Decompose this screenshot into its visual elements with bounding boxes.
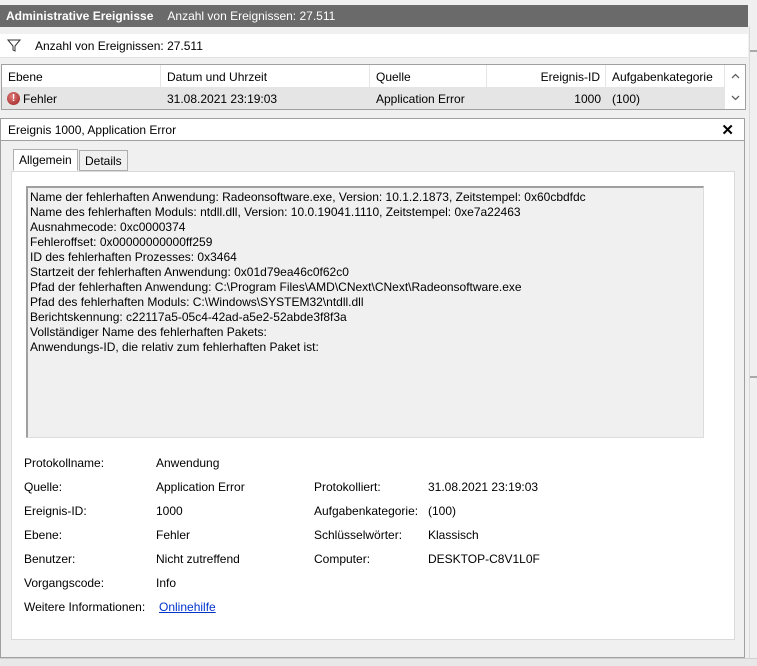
grid-header: Ebene Datum und Uhrzeit Quelle Ereignis-… [2, 65, 724, 88]
task-category-value: (100) [428, 504, 457, 518]
task-category-label: Aufgabenkategorie: [314, 504, 419, 518]
opcode-value: Info [156, 576, 177, 590]
scroll-down-icon[interactable] [725, 88, 745, 108]
outer-scrollbar[interactable] [749, 26, 757, 666]
scroll-up-icon[interactable] [725, 66, 745, 86]
column-header-source[interactable]: Quelle [370, 65, 487, 88]
row-source: Application Error [376, 91, 465, 106]
tab-details[interactable]: Details [79, 150, 128, 171]
row-event-id: 1000 [574, 91, 601, 106]
column-header-event-id[interactable]: Ereignis-ID [487, 65, 606, 88]
filter-bar: Anzahl von Ereignissen: 27.511 [0, 34, 748, 58]
description-line: Pfad des fehlerhaften Moduls: C:\Windows… [30, 295, 364, 309]
description-line: Pfad der fehlerhaften Anwendung: C:\Prog… [30, 280, 522, 294]
error-icon: ! [7, 92, 20, 105]
filter-count-text: Anzahl von Ereignissen: 27.511 [35, 38, 203, 53]
user-label: Benutzer: [24, 552, 76, 566]
detail-title: Ereignis 1000, Application Error [8, 122, 177, 137]
row-level: Fehler [23, 91, 58, 106]
event-grid: Ebene Datum und Uhrzeit Quelle Ereignis-… [1, 64, 746, 110]
description-line: Name der fehlerhaften Anwendung: Radeons… [30, 190, 586, 204]
description-line: Ausnahmecode: 0xc0000374 [30, 220, 186, 234]
description-line: Fehleroffset: 0x00000000000ff259 [30, 235, 213, 249]
close-icon[interactable]: ✕ [721, 121, 734, 139]
row-level-cell: ! Fehler [2, 88, 161, 109]
log-name-value: Anwendung [156, 456, 220, 470]
title-bar: Administrative Ereignisse Anzahl von Ere… [0, 5, 748, 27]
source-label: Quelle: [24, 480, 63, 494]
general-tab-page: Name der fehlerhaften Anwendung: Radeons… [11, 171, 735, 640]
source-value: Application Error [156, 480, 245, 494]
logged-value: 31.08.2021 23:19:03 [428, 480, 539, 494]
level-value: Fehler [156, 528, 191, 542]
event-id-value: 1000 [156, 504, 183, 518]
pane-title: Administrative Ereignisse [6, 9, 154, 23]
description-line: Berichtskennung: c22117a5-05c4-42ad-a5e2… [30, 310, 347, 324]
more-info-label: Weitere Informationen: [24, 600, 146, 614]
row-datetime: 31.08.2021 23:19:03 [167, 91, 278, 106]
row-task-category: (100) [612, 91, 641, 106]
keywords-label: Schlüsselwörter: [314, 528, 403, 542]
tab-general[interactable]: Allgemein [13, 149, 78, 171]
computer-value: DESKTOP-C8V1L0F [428, 552, 540, 566]
detail-header: Ereignis 1000, Application Error ✕ [1, 119, 744, 141]
event-description[interactable]: Name der fehlerhaften Anwendung: Radeons… [26, 186, 704, 438]
opcode-label: Vorgangscode: [24, 576, 105, 590]
pane-event-count: Anzahl von Ereignissen: 27.511 [167, 9, 336, 23]
log-name-label: Protokollname: [24, 456, 105, 470]
table-row[interactable]: ! Fehler 31.08.2021 23:19:03 Application… [2, 88, 724, 109]
keywords-value: Klassisch [428, 528, 479, 542]
description-line: Anwendungs-ID, die relativ zum fehlerhaf… [30, 340, 319, 354]
bottom-edge [0, 658, 757, 666]
column-header-datetime[interactable]: Datum und Uhrzeit [161, 65, 370, 88]
user-value: Nicht zutreffend [156, 552, 240, 566]
description-line: Name des fehlerhaften Moduls: ntdll.dll,… [30, 205, 521, 219]
level-label: Ebene: [24, 528, 63, 542]
column-header-level[interactable]: Ebene [2, 65, 161, 88]
description-line: ID des fehlerhaften Prozesses: 0x3464 [30, 250, 237, 264]
description-line: Vollständiger Name des fehlerhaften Pake… [30, 325, 267, 339]
online-help-link[interactable]: Onlinehilfe [159, 600, 216, 614]
event-id-label: Ereignis-ID: [24, 504, 87, 518]
grid-scrollbar[interactable] [724, 65, 745, 109]
event-detail-pane: Ereignis 1000, Application Error ✕ Allge… [0, 118, 745, 658]
description-line: Startzeit der fehlerhaften Anwendung: 0x… [30, 265, 349, 279]
filter-icon[interactable] [7, 39, 21, 52]
column-header-task-category[interactable]: Aufgabenkategorie [606, 65, 724, 88]
computer-label: Computer: [314, 552, 371, 566]
logged-label: Protokolliert: [314, 480, 381, 494]
